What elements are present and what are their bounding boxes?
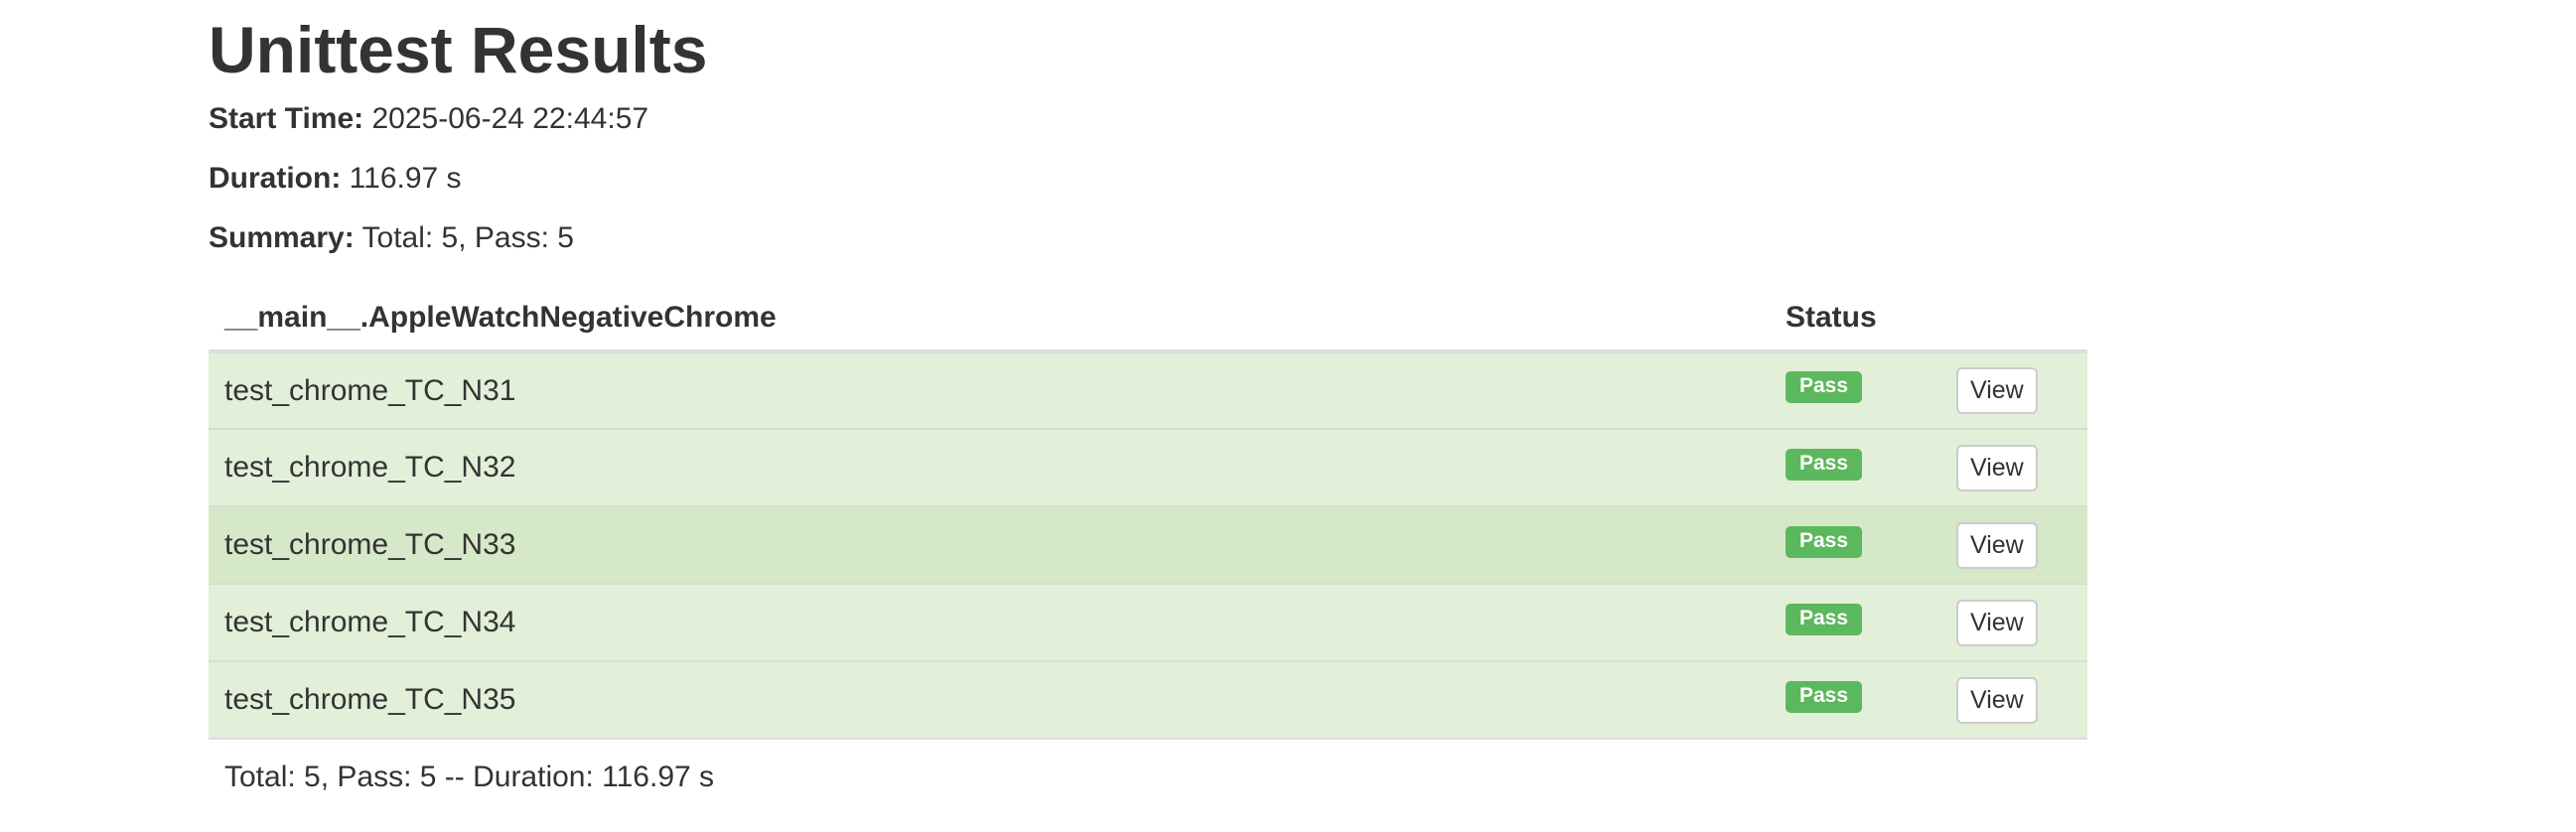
summary-value: Total: 5, Pass: 5: [361, 221, 574, 254]
test-name: test_chrome_TC_N33: [209, 505, 1786, 584]
duration: Duration: 116.97 s: [209, 161, 2087, 197]
view-button[interactable]: View: [1956, 367, 2038, 414]
status-badge: Pass: [1786, 603, 1863, 635]
table-row: test_chrome_TC_N33 Pass View: [209, 505, 2087, 584]
action-header: [1942, 286, 2087, 353]
test-name: test_chrome_TC_N35: [209, 660, 1786, 739]
status-badge: Pass: [1786, 448, 1863, 481]
duration-label: Duration:: [209, 162, 342, 195]
table-row: test_chrome_TC_N31 Pass View: [209, 350, 2087, 429]
status-header: Status: [1786, 286, 1942, 353]
table-row: test_chrome_TC_N35 Pass View: [209, 660, 2087, 739]
table-row: test_chrome_TC_N34 Pass View: [209, 583, 2087, 661]
status-badge: Pass: [1786, 371, 1863, 403]
start-time-label: Start Time:: [209, 102, 364, 135]
test-name: test_chrome_TC_N34: [209, 583, 1786, 661]
suite-name-header: __main__.AppleWatchNegativeChrome: [209, 286, 1786, 353]
summary-label: Summary:: [209, 221, 355, 254]
table-header-row: __main__.AppleWatchNegativeChrome Status: [209, 286, 2087, 353]
table-footer-row: Total: 5, Pass: 5 -- Duration: 116.97 s: [209, 738, 2087, 815]
test-name: test_chrome_TC_N32: [209, 428, 1786, 506]
duration-value: 116.97 s: [349, 162, 462, 195]
results-footer: Total: 5, Pass: 5 -- Duration: 116.97 s: [209, 738, 2087, 815]
page-title: Unittest Results: [209, 13, 708, 86]
start-time-value: 2025-06-24 22:44:57: [371, 102, 649, 135]
status-badge: Pass: [1786, 525, 1863, 558]
view-button[interactable]: View: [1956, 676, 2038, 724]
table-row: test_chrome_TC_N32 Pass View: [209, 428, 2087, 506]
status-badge: Pass: [1786, 680, 1863, 713]
start-time: Start Time: 2025-06-24 22:44:57: [209, 101, 2087, 137]
view-button[interactable]: View: [1956, 444, 2038, 491]
view-button[interactable]: View: [1956, 521, 2038, 569]
summary: Summary: Total: 5, Pass: 5: [209, 220, 2087, 256]
report-container: Unittest Results Start Time: 2025-06-24 …: [209, 0, 2087, 815]
test-name: test_chrome_TC_N31: [209, 350, 1786, 429]
results-table: __main__.AppleWatchNegativeChrome Status…: [209, 286, 2087, 815]
view-button[interactable]: View: [1956, 599, 2038, 646]
